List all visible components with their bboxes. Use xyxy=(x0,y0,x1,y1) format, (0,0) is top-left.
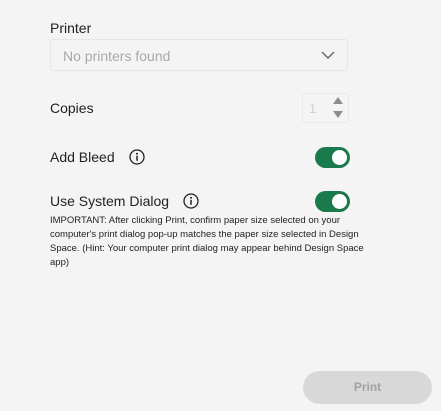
copies-label: Copies xyxy=(50,100,94,116)
copies-stepper[interactable]: 1 xyxy=(302,93,349,123)
toggle-knob xyxy=(332,150,347,165)
print-button[interactable]: Print xyxy=(303,371,432,404)
info-icon[interactable] xyxy=(183,193,199,209)
decrement-arrow-icon[interactable] xyxy=(333,111,343,118)
info-icon[interactable] xyxy=(129,149,145,165)
add-bleed-label: Add Bleed xyxy=(50,149,115,165)
printer-select[interactable]: No printers found xyxy=(50,39,348,71)
copies-value[interactable]: 1 xyxy=(309,101,316,116)
printer-label: Printer xyxy=(50,20,92,36)
add-bleed-toggle[interactable] xyxy=(315,147,350,168)
system-dialog-label: Use System Dialog xyxy=(50,193,170,209)
system-dialog-notice: IMPORTANT: After clicking Print, confirm… xyxy=(50,215,364,268)
increment-arrow-icon[interactable] xyxy=(333,97,343,104)
chevron-down-icon xyxy=(321,51,335,59)
printer-select-placeholder: No printers found xyxy=(63,48,171,64)
toggle-knob xyxy=(332,194,347,209)
system-dialog-toggle[interactable] xyxy=(315,191,350,212)
